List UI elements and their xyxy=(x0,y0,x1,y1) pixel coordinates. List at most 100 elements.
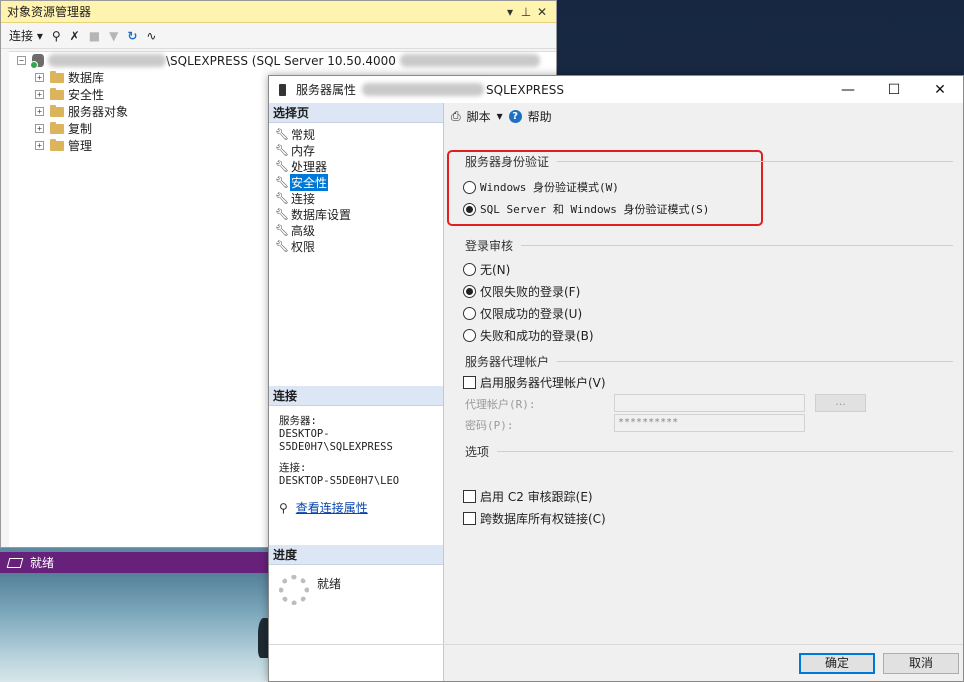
radio-button[interactable] xyxy=(463,329,476,342)
wrench-icon: 🔧︎ xyxy=(275,175,289,189)
password-field[interactable]: ********** xyxy=(614,414,805,432)
expand-icon[interactable]: + xyxy=(35,90,44,99)
radio-label: 仅限失败的登录(F) xyxy=(480,285,581,299)
checkbox[interactable] xyxy=(463,490,476,503)
page-item-database-settings[interactable]: 🔧︎ 数据库设置 xyxy=(275,206,443,222)
proxy-account-field[interactable] xyxy=(614,394,805,412)
radio-audit-both[interactable]: 失败和成功的登录(B) xyxy=(463,327,594,344)
close-icon[interactable]: ✕ xyxy=(534,5,550,19)
page-item-processors[interactable]: 🔧︎ 处理器 xyxy=(275,158,443,174)
folder-icon xyxy=(50,104,64,117)
checkbox[interactable] xyxy=(463,512,476,525)
server-icon xyxy=(30,54,44,69)
wrench-icon: 🔧︎ xyxy=(275,143,289,157)
password-label: 密码(P): xyxy=(465,419,514,432)
radio-button[interactable] xyxy=(463,263,476,276)
dialog-footer: 确定 取消 xyxy=(269,644,963,681)
connect-plug-icon[interactable]: ⚲ xyxy=(52,29,61,43)
radio-windows-auth[interactable]: Windows 身份验证模式(W) xyxy=(463,179,619,195)
refresh-icon[interactable]: ↻ xyxy=(127,29,137,43)
redacted-server-name xyxy=(362,83,485,96)
page-item-label: 连接 xyxy=(291,191,316,206)
radio-label: SQL Server 和 Windows 身份验证模式(S) xyxy=(480,203,710,216)
tree-item-databases[interactable]: + 数据库 xyxy=(35,69,104,86)
view-connection-properties-link[interactable]: 查看连接属性 xyxy=(296,502,368,515)
browse-button[interactable]: ... xyxy=(815,394,866,412)
ok-button[interactable]: 确定 xyxy=(799,653,875,674)
dialog-title-prefix: 服务器属性 xyxy=(296,83,357,97)
connect-button[interactable]: 连接 ▾ xyxy=(9,27,43,44)
checkbox-label: 启用 C2 审核跟踪(E) xyxy=(480,490,593,504)
page-item-permissions[interactable]: 🔧︎ 权限 xyxy=(275,238,443,254)
script-icon: ⎙ xyxy=(451,108,461,123)
page-item-security[interactable]: 🔧︎ 安全性 xyxy=(275,173,443,191)
server-properties-dialog: 服务器属性 SQLEXPRESS — ☐ ✕ 选择页 🔧︎ 常规 🔧︎ 内存 🔧︎ 处… xyxy=(268,75,964,682)
radio-button[interactable] xyxy=(463,202,476,216)
expand-icon[interactable]: + xyxy=(35,141,44,150)
expand-icon[interactable]: + xyxy=(35,73,44,82)
folder-icon xyxy=(50,121,64,134)
script-button[interactable]: 脚本 xyxy=(467,108,491,125)
desktop-wallpaper-sea xyxy=(0,560,270,682)
radio-label: 无(N) xyxy=(480,263,511,277)
radio-label: 失败和成功的登录(B) xyxy=(480,329,594,343)
folder-icon xyxy=(50,87,64,100)
page-item-label: 权限 xyxy=(291,239,316,254)
page-list: 🔧︎ 常规 🔧︎ 内存 🔧︎ 处理器 🔧︎ 安全性 🔧︎ 连接 🔧︎ 数据库设置 🔧︎ 高级 … xyxy=(269,123,443,254)
panel-options-icon[interactable]: ▾ xyxy=(502,5,518,19)
help-button[interactable]: 帮助 xyxy=(528,108,552,125)
close-icon[interactable]: ✕ xyxy=(917,82,963,98)
stop-icon[interactable]: ■ xyxy=(89,29,100,43)
wrench-icon: 🔧︎ xyxy=(275,127,289,141)
radio-button[interactable] xyxy=(463,180,476,194)
tree-item-security[interactable]: + 安全性 xyxy=(35,86,104,103)
tree-item-label: 安全性 xyxy=(68,88,105,102)
progress-area: 就绪 xyxy=(269,565,443,615)
group-title: 登录审核 xyxy=(465,239,514,253)
checkbox-cross-db[interactable]: 跨数据库所有权链接(C) xyxy=(463,510,606,527)
expand-icon[interactable]: + xyxy=(35,107,44,116)
collapse-icon[interactable]: − xyxy=(17,56,26,65)
tree-item-server-objects[interactable]: + 服务器对象 xyxy=(35,103,128,120)
dialog-toolbar: ⎙ 脚本 ▾ ? 帮助 xyxy=(445,103,963,129)
radio-audit-none[interactable]: 无(N) xyxy=(463,261,510,278)
disconnect-icon[interactable]: ✗ xyxy=(70,29,80,43)
tree-item-label: 复制 xyxy=(68,122,93,136)
chevron-down-icon[interactable]: ▾ xyxy=(497,109,503,123)
page-item-general[interactable]: 🔧︎ 常规 xyxy=(275,126,443,142)
cancel-button[interactable]: 取消 xyxy=(883,653,959,674)
radio-audit-success[interactable]: 仅限成功的登录(U) xyxy=(463,305,582,322)
page-item-connections[interactable]: 🔧︎ 连接 xyxy=(275,190,443,206)
radio-audit-failed[interactable]: 仅限失败的登录(F) xyxy=(463,283,580,300)
tree-item-management[interactable]: + 管理 xyxy=(35,137,92,154)
radio-button[interactable] xyxy=(463,307,476,320)
dialog-left-pane: 选择页 🔧︎ 常规 🔧︎ 内存 🔧︎ 处理器 🔧︎ 安全性 🔧︎ 连接 🔧︎ 数据库设置 🔧… xyxy=(269,103,444,681)
tree-server-node[interactable]: − \SQLEXPRESS (SQL Server 10.50.4000 xyxy=(17,52,540,69)
help-icon: ? xyxy=(508,109,522,123)
connection-properties-icon: ⚲ xyxy=(279,501,288,515)
checkbox-enable-proxy[interactable]: 启用服务器代理帐户(V) xyxy=(463,374,606,391)
connection-info: 服务器: DESKTOP-S5DE0H7\SQLEXPRESS 连接: DESK… xyxy=(269,406,443,524)
checkbox-c2-audit[interactable]: 启用 C2 审核跟踪(E) xyxy=(463,488,593,505)
radio-mixed-auth[interactable]: SQL Server 和 Windows 身份验证模式(S) xyxy=(463,201,709,217)
proxy-account-label: 代理帐户(R): xyxy=(465,398,536,411)
wrench-icon: 🔧︎ xyxy=(275,239,289,253)
radio-button[interactable] xyxy=(463,285,476,298)
select-page-header: 选择页 xyxy=(269,103,443,123)
filter-icon[interactable]: ▼ xyxy=(109,29,118,43)
minimize-icon[interactable]: — xyxy=(825,82,871,98)
maximize-icon[interactable]: ☐ xyxy=(871,82,917,98)
page-item-label: 常规 xyxy=(291,127,316,142)
dialog-title-suffix: SQLEXPRESS xyxy=(486,82,564,97)
activity-monitor-icon[interactable]: ∿ xyxy=(146,29,156,43)
page-item-memory[interactable]: 🔧︎ 内存 xyxy=(275,142,443,158)
status-icon xyxy=(6,557,24,568)
view-connection-properties[interactable]: ⚲ 查看连接属性 xyxy=(279,502,433,515)
page-item-label: 高级 xyxy=(291,223,316,238)
pin-icon[interactable]: ⊥ xyxy=(518,5,534,19)
expand-icon[interactable]: + xyxy=(35,124,44,133)
checkbox[interactable] xyxy=(463,376,476,389)
tree-item-replication[interactable]: + 复制 xyxy=(35,120,92,137)
radio-label: 仅限成功的登录(U) xyxy=(480,307,583,321)
page-item-advanced[interactable]: 🔧︎ 高级 xyxy=(275,222,443,238)
